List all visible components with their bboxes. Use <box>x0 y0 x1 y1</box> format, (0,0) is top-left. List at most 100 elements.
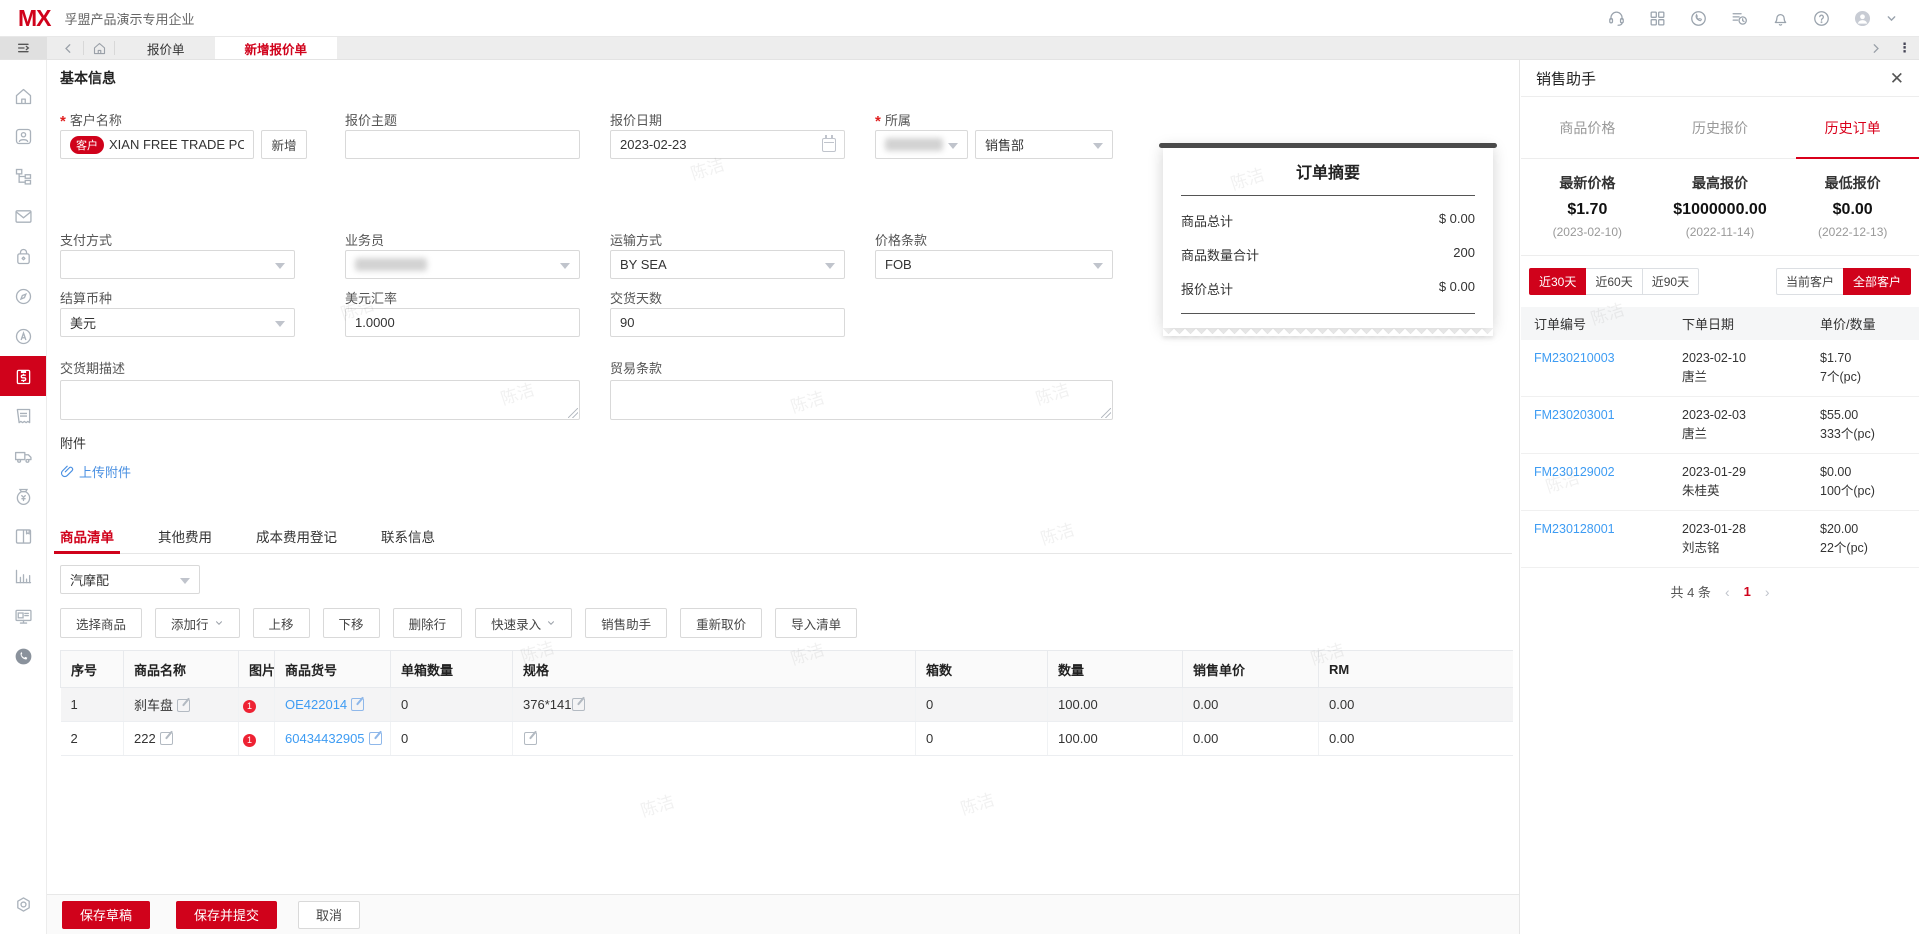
nav-quote-clipboard-icon[interactable] <box>0 356 46 396</box>
nav-money-bag-icon[interactable] <box>0 476 46 516</box>
save-draft-button[interactable]: 保存草稿 <box>62 901 150 929</box>
owner-user-select[interactable] <box>875 130 968 159</box>
import-list-button[interactable]: 导入清单 <box>775 608 857 638</box>
task-history-icon[interactable] <box>1729 8 1749 28</box>
tab-new-quote[interactable]: 新增报价单 <box>215 37 338 59</box>
chevron-right-icon[interactable] <box>1862 41 1888 56</box>
nav-circle-a-icon[interactable] <box>0 316 46 356</box>
nav-contact-card-icon[interactable] <box>0 116 46 156</box>
trade-terms-textarea[interactable] <box>610 380 1113 420</box>
reprice-button[interactable]: 重新取价 <box>680 608 762 638</box>
tab-quote-list[interactable]: 报价单 <box>117 37 215 59</box>
assistant-title: 销售助手 <box>1536 68 1596 89</box>
add-customer-button[interactable]: 新增 <box>261 130 307 159</box>
tab-other-fees[interactable]: 其他费用 <box>158 518 212 553</box>
edit-icon[interactable] <box>160 732 173 745</box>
collapse-menu-icon[interactable] <box>0 37 47 59</box>
edit-icon[interactable] <box>572 698 585 711</box>
stat-highest-quote: 最高报价 $1000000.00 (2022-11-14) <box>1654 173 1787 239</box>
filter-90-days[interactable]: 近90天 <box>1642 268 1699 295</box>
quote-subject-input[interactable] <box>345 130 580 159</box>
move-up-button[interactable]: 上移 <box>253 608 310 638</box>
quick-entry-button[interactable]: 快速录入 <box>475 608 572 638</box>
delivery-days-label: 交货天数 <box>610 288 662 307</box>
tab-history-quotes[interactable]: 历史报价 <box>1654 97 1787 158</box>
top-header: MX 孚盟产品演示专用企业 <box>0 0 1919 37</box>
filter-30-days[interactable]: 近30天 <box>1529 268 1586 295</box>
customer-name-field[interactable]: 客户 XIAN FREE TRADE PO <box>60 130 254 159</box>
cancel-button[interactable]: 取消 <box>298 901 360 929</box>
caret-down-icon <box>275 263 285 269</box>
filter-60-days[interactable]: 近60天 <box>1585 268 1642 295</box>
product-code-link[interactable]: OE422014 <box>285 697 347 712</box>
summary-row: 商品数量合计 200 <box>1181 245 1475 264</box>
delete-row-button[interactable]: 删除行 <box>393 608 463 638</box>
category-select[interactable]: 汽摩配 <box>60 565 200 594</box>
next-page-icon[interactable]: › <box>1765 584 1770 600</box>
delivery-desc-textarea[interactable] <box>60 380 580 420</box>
usd-rate-input[interactable]: 1.0000 <box>345 308 580 337</box>
tab-product-list[interactable]: 商品清单 <box>60 518 114 553</box>
prev-page-icon[interactable]: ‹ <box>1725 584 1730 600</box>
edit-icon[interactable] <box>369 732 382 745</box>
chevron-down-icon[interactable] <box>1881 8 1901 28</box>
save-submit-button[interactable]: 保存并提交 <box>176 901 277 929</box>
help-icon[interactable] <box>1811 8 1831 28</box>
nav-bag-icon[interactable] <box>0 236 46 276</box>
tab-history-orders[interactable]: 历史订单 <box>1786 97 1919 158</box>
price-terms-select[interactable]: FOB <box>875 250 1113 279</box>
edit-icon[interactable] <box>351 698 364 711</box>
whatsapp-icon[interactable] <box>1688 8 1708 28</box>
quote-date-input[interactable]: 2023-02-23 <box>610 130 845 159</box>
filter-current-customer[interactable]: 当前客户 <box>1776 268 1844 295</box>
owner-dept-select[interactable]: 销售部 <box>975 130 1113 159</box>
order-no-link[interactable]: FM230129002 <box>1534 463 1682 501</box>
close-icon[interactable]: ✕ <box>1890 70 1904 87</box>
nav-home-icon[interactable] <box>0 76 46 116</box>
currency-select[interactable]: 美元 <box>60 308 295 337</box>
order-no-link[interactable]: FM230203001 <box>1534 406 1682 444</box>
image-count-badge: 1 <box>243 734 256 747</box>
nav-display-monitor-icon[interactable] <box>0 596 46 636</box>
edit-icon[interactable] <box>177 699 190 712</box>
add-row-button[interactable]: 添加行 <box>155 608 240 638</box>
nav-bar-chart-icon[interactable] <box>0 556 46 596</box>
tab-product-price[interactable]: 商品价格 <box>1521 97 1654 158</box>
home-icon[interactable] <box>86 37 112 59</box>
usd-rate-label: 美元汇率 <box>345 288 397 307</box>
order-no-link[interactable]: FM230210003 <box>1534 349 1682 387</box>
nav-compass-icon[interactable] <box>0 276 46 316</box>
sales-assistant-button[interactable]: 销售助手 <box>585 608 667 638</box>
chevron-left-icon[interactable] <box>55 37 81 59</box>
table-row[interactable]: 2 222 1 60434432905 0 0 100.00 <box>61 722 1514 756</box>
product-code-link[interactable]: 60434432905 <box>285 731 365 746</box>
select-product-button[interactable]: 选择商品 <box>60 608 142 638</box>
move-down-button[interactable]: 下移 <box>323 608 380 638</box>
tab-contact-info[interactable]: 联系信息 <box>381 518 435 553</box>
nav-mail-icon[interactable] <box>0 196 46 236</box>
order-no-link[interactable]: FM230128001 <box>1534 520 1682 558</box>
tab-cost-register[interactable]: 成本费用登记 <box>256 518 337 553</box>
nav-invoice-icon[interactable] <box>0 396 46 436</box>
apps-grid-icon[interactable] <box>1647 8 1667 28</box>
filter-all-customers[interactable]: 全部客户 <box>1843 268 1911 295</box>
avatar[interactable] <box>1852 8 1872 28</box>
edit-icon[interactable] <box>524 732 537 745</box>
transport-select[interactable]: BY SEA <box>610 250 845 279</box>
nav-truck-icon[interactable] <box>0 436 46 476</box>
payment-select[interactable] <box>60 250 295 279</box>
delivery-days-input[interactable]: 90 <box>610 308 845 337</box>
salesman-select[interactable] <box>345 250 580 279</box>
nav-whatsapp-icon[interactable] <box>0 636 46 676</box>
nav-settings-gear-icon[interactable] <box>0 884 46 924</box>
bell-icon[interactable] <box>1770 8 1790 28</box>
attachment-label: 附件 <box>60 433 86 452</box>
upload-attachment-link[interactable]: 上传附件 <box>60 462 131 481</box>
table-row[interactable]: 1 刹车盘 1 OE422014 0 376*141 0 100.00 <box>61 688 1514 722</box>
nav-org-structure-icon[interactable] <box>0 156 46 196</box>
more-vertical-icon[interactable]: ⋮ <box>1898 40 1911 56</box>
headset-icon[interactable] <box>1606 8 1626 28</box>
image-count-badge: 1 <box>243 700 256 713</box>
nav-ledger-book-icon[interactable] <box>0 516 46 556</box>
page-number[interactable]: 1 <box>1744 584 1751 599</box>
